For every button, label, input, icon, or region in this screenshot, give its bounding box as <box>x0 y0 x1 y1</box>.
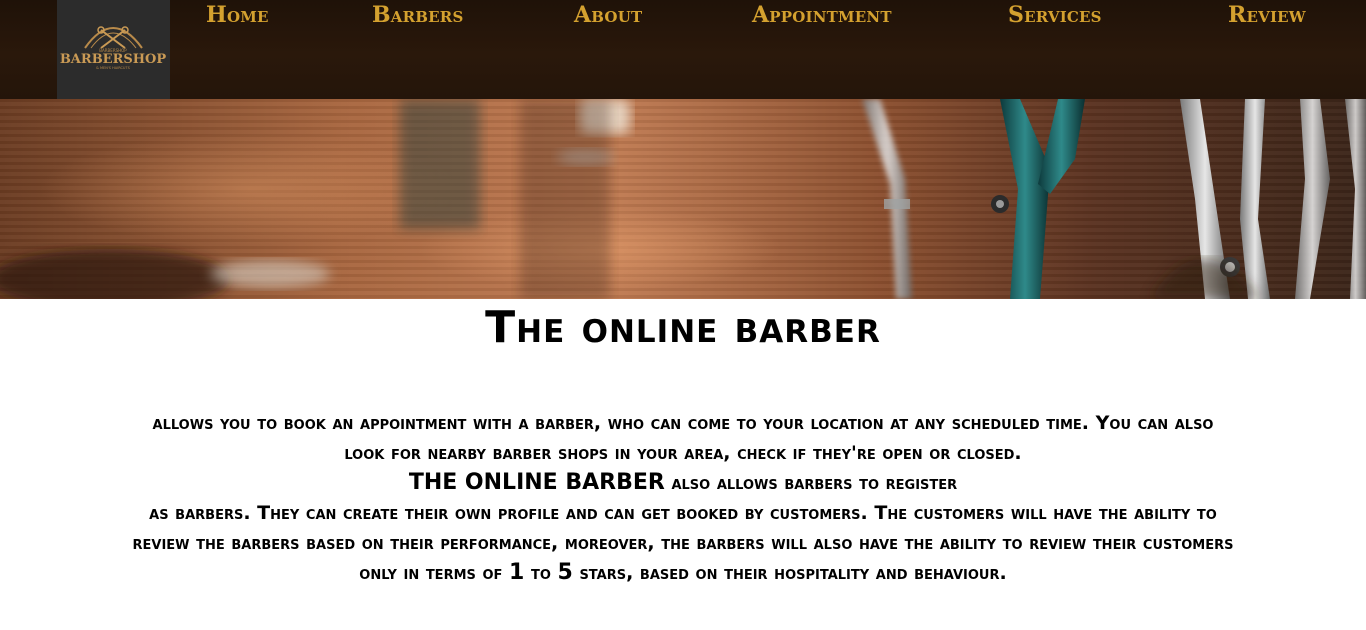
page-title: The online barber <box>485 302 881 353</box>
hero-banner-image <box>0 99 1366 299</box>
nav-about[interactable]: About <box>574 2 642 28</box>
description-line-4: as barbers. They can create their own pr… <box>149 502 1217 524</box>
description-line-3-rest: also allows barbers to register <box>664 472 958 494</box>
description-line-3: THE ONLINE BARBER also allows barbers to… <box>60 468 1306 498</box>
nav-review[interactable]: Review <box>1228 2 1306 28</box>
top-navigation-bar: BARBERSHOP BARBERSHOP & MEN'S HAIRCUTS H… <box>0 0 1366 99</box>
description-line-1: allows you to book an appointment with a… <box>152 412 1214 434</box>
nav-services[interactable]: Services <box>1008 2 1102 28</box>
rating-min: 1 <box>509 560 525 585</box>
description-line-6-post: stars, based on their hospitality and be… <box>572 562 1007 584</box>
brand-name-inline: THE ONLINE BARBER <box>408 470 665 495</box>
scissors-logo-icon: BARBERSHOP BARBERSHOP & MEN'S HAIRCUTS <box>60 26 167 70</box>
barber-tools-image <box>0 99 1366 299</box>
logo-text: BARBERSHOP <box>60 52 167 67</box>
nav-barbers[interactable]: Barbers <box>372 2 464 28</box>
nav-appointment[interactable]: Appointment <box>752 2 892 28</box>
site-logo[interactable]: BARBERSHOP BARBERSHOP & MEN'S HAIRCUTS <box>57 0 170 99</box>
description-line-6-mid: to <box>524 562 558 584</box>
intro-description: allows you to book an appointment with a… <box>60 408 1306 588</box>
description-line-6-pre: only in terms of <box>359 562 510 584</box>
nav-home[interactable]: Home <box>206 2 269 28</box>
rating-max: 5 <box>557 560 573 585</box>
logo-small-bottom: & MEN'S HAIRCUTS <box>96 66 130 70</box>
description-line-5: review the barbers based on their perfor… <box>132 532 1234 554</box>
description-line-2: look for nearby barber shops in your are… <box>344 442 1022 464</box>
description-line-6: only in terms of 1 to 5 stars, based on … <box>60 558 1306 588</box>
